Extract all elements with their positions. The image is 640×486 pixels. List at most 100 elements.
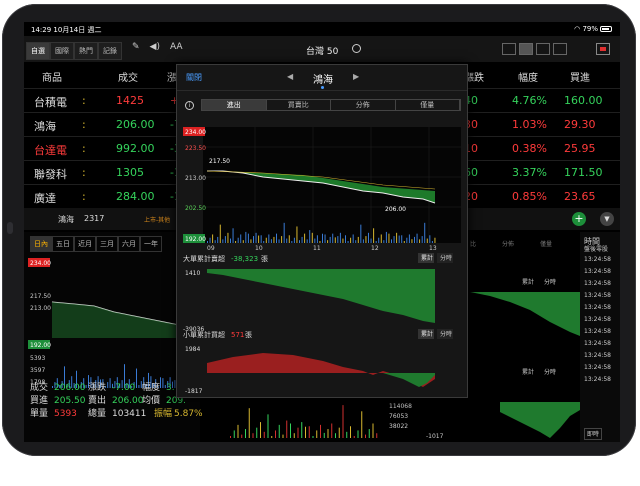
- chart-view-icon[interactable]: [553, 43, 567, 55]
- small-axis-top: 1984: [185, 346, 200, 353]
- tablet-frame: 14:29 10月14日 週二 ◠ 79% 自選 國際 熱門 記錄 ✎ ◀) A…: [2, 4, 636, 456]
- volume-label-2: 3597: [30, 367, 45, 374]
- speaker-icon[interactable]: ◀): [150, 42, 160, 52]
- font-size-icon[interactable]: AA: [170, 42, 183, 52]
- volume-bar: [267, 414, 269, 438]
- small-order-red-area: [207, 353, 435, 387]
- search-icon[interactable]: [352, 44, 361, 53]
- volume-bar: [275, 430, 276, 438]
- time-entry: 13:24:58: [584, 304, 611, 311]
- row-menu-icon[interactable]: :: [82, 94, 86, 107]
- add-button[interactable]: +: [572, 212, 586, 226]
- row-menu-icon[interactable]: :: [82, 118, 86, 131]
- volume-bar: [334, 237, 336, 243]
- volume-bar: [327, 429, 329, 438]
- tab-history[interactable]: 記錄: [98, 42, 122, 60]
- volume-bar: [247, 233, 249, 243]
- small-order-title: 小單累計買超: [183, 330, 225, 339]
- tab-international[interactable]: 國際: [50, 42, 74, 60]
- volume-bar: [235, 241, 237, 243]
- bg-flow-area: [470, 292, 580, 336]
- volume-bar: [327, 240, 329, 243]
- volume-bar: [346, 431, 348, 438]
- summary-label: 單量: [30, 409, 49, 419]
- segment-ratio[interactable]: 買賣比: [267, 100, 331, 110]
- grid-view-icon[interactable]: [536, 43, 550, 55]
- chevron-down-icon[interactable]: ▼: [600, 212, 614, 226]
- selected-stock-note: 上市-其他: [144, 217, 171, 224]
- volume-bar: [245, 231, 247, 243]
- volume-bar: [335, 433, 336, 438]
- row-menu-icon[interactable]: :: [82, 142, 86, 155]
- volume-bar: [278, 424, 280, 438]
- edit-icon[interactable]: ✎: [132, 42, 140, 52]
- small-order-green-area: [383, 373, 435, 387]
- left-intraday-chart: 234.00 217.50 213.00 192.00 5393 3597 17…: [28, 258, 195, 388]
- row-menu-icon[interactable]: :: [82, 166, 86, 179]
- volume-bar: [299, 240, 300, 243]
- volume-bar: [376, 433, 378, 438]
- volume-bar: [431, 241, 433, 243]
- volume-bar: [224, 236, 226, 243]
- volume-bar: [332, 233, 334, 243]
- top-nav: 自選 國際 熱門 記錄 ✎ ◀) AA 台灣 50: [24, 36, 620, 62]
- x-tick-label: 11: [313, 245, 321, 252]
- info-icon[interactable]: i: [185, 101, 194, 110]
- price-label-top: 234.00: [30, 260, 51, 267]
- volume-bar: [338, 427, 340, 438]
- volume-bar: [408, 234, 410, 243]
- popup-title: 鴻海: [313, 75, 333, 86]
- chevron-left-icon[interactable]: ◀: [287, 72, 293, 81]
- volume-bar: [331, 423, 333, 438]
- cell-price: 992.00: [116, 142, 155, 155]
- summary-value: 205.50: [54, 396, 86, 406]
- volume-bar: [391, 239, 392, 243]
- summary-value: 3.: [166, 383, 175, 393]
- volume-bar: [237, 237, 239, 243]
- segment-distribution[interactable]: 分佈: [331, 100, 396, 110]
- bg-volume-label: 38022: [389, 423, 408, 430]
- x-tick-label: 10: [255, 245, 263, 252]
- volume-bar: [365, 236, 367, 243]
- header-bid: 買進: [570, 73, 590, 84]
- row-menu-icon[interactable]: :: [82, 190, 86, 203]
- volume-bar: [293, 237, 295, 243]
- close-button[interactable]: 關閉: [186, 72, 202, 83]
- status-bar: 14:29 10月14日 週二 ◠ 79%: [24, 22, 620, 36]
- volume-bar: [342, 238, 344, 243]
- segment-volume[interactable]: 僅量: [396, 100, 460, 110]
- small-time-label: 分時: [440, 330, 452, 338]
- volume-bar: [350, 237, 352, 243]
- time-entry: 13:24:58: [584, 292, 611, 299]
- split-view-icon[interactable]: [519, 43, 533, 55]
- volume-bar: [323, 432, 325, 438]
- x-tick-label: 09: [207, 245, 215, 252]
- volume-bar: [233, 430, 235, 438]
- volume-bar: [291, 241, 293, 243]
- segment-inout[interactable]: 進出: [202, 100, 267, 110]
- volume-bar: [398, 235, 400, 243]
- volume-bar: [281, 236, 283, 243]
- volume-bar: [241, 434, 243, 438]
- right-time-panel: 時間 盤後零股 13:24:58 13:24:58 13:24:58 13:24:58…: [580, 232, 620, 442]
- chevron-right-icon[interactable]: ▶: [353, 72, 359, 81]
- realtime-button[interactable]: 即時: [584, 428, 603, 440]
- time-entry: 13:24:58: [584, 364, 611, 371]
- volume-bar: [301, 236, 303, 243]
- tab-watchlist[interactable]: 自選: [26, 42, 50, 60]
- volume-bar: [365, 434, 366, 438]
- bg-flow-area-2: [500, 402, 580, 438]
- volume-bar: [383, 240, 385, 243]
- list-view-icon[interactable]: [502, 43, 516, 55]
- cell-pct: 4.76%: [512, 94, 547, 107]
- volume-bar: [416, 233, 418, 243]
- bg-volume-label: 114068: [389, 403, 412, 410]
- volume-bar: [314, 238, 316, 243]
- volume-bar: [362, 239, 364, 243]
- settings-icon[interactable]: [596, 43, 610, 55]
- volume-bar: [324, 234, 326, 243]
- tab-popular[interactable]: 熱門: [74, 42, 98, 60]
- volume-bar: [311, 232, 313, 243]
- nav-tools: ✎ ◀) AA: [132, 42, 183, 52]
- cell-name: 鴻海: [34, 120, 56, 133]
